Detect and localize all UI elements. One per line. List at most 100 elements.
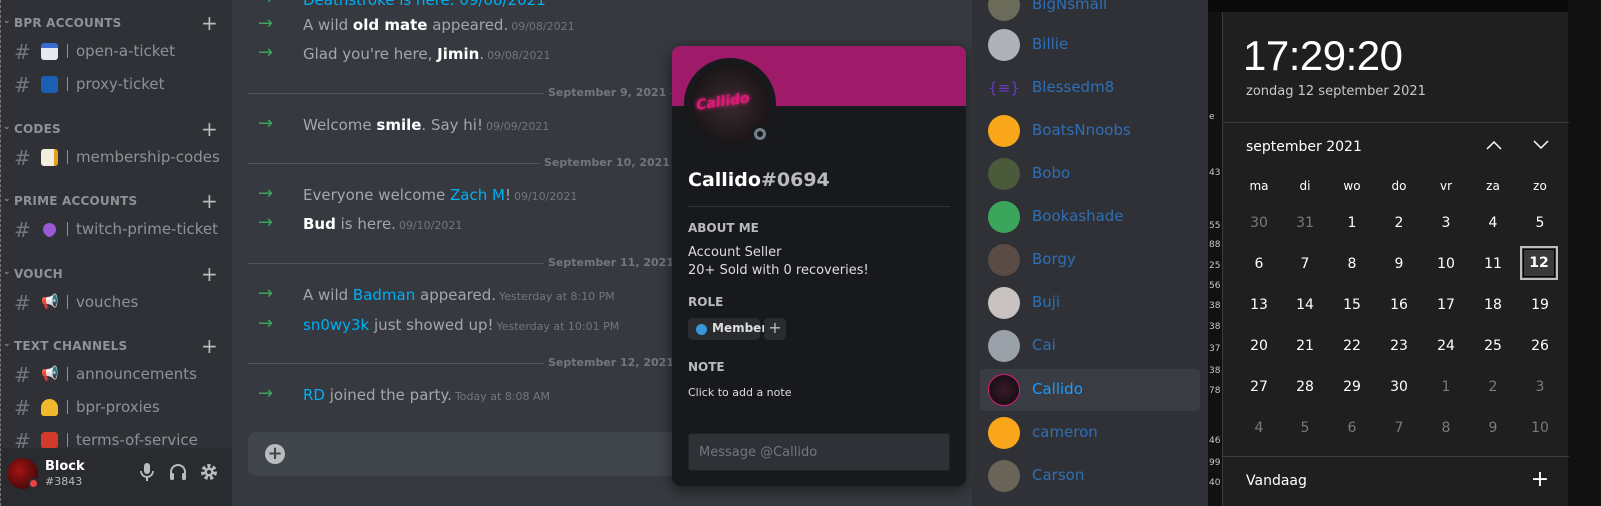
- channel-membership-codes[interactable]: # membership-codes: [1, 144, 232, 172]
- message-text: A wild Badman appeared. Yesterday at 8:10…: [303, 286, 615, 304]
- username-link[interactable]: sn0wy3k: [303, 316, 369, 334]
- category-vouch[interactable]: ⌄ VOUCH +: [1, 262, 232, 286]
- member-item[interactable]: Borgy: [980, 239, 1200, 281]
- calendar-day[interactable]: 26: [1520, 328, 1560, 364]
- create-channel-icon[interactable]: +: [201, 262, 218, 286]
- direct-message-input[interactable]: [688, 433, 950, 471]
- calendar-day[interactable]: 9: [1379, 246, 1419, 282]
- calendar-day[interactable]: 9: [1473, 410, 1513, 446]
- calendar-day[interactable]: 3: [1520, 369, 1560, 405]
- member-item-selected[interactable]: Callido: [980, 369, 1200, 411]
- note-placeholder[interactable]: Click to add a note: [688, 386, 791, 399]
- calendar-day[interactable]: 1: [1426, 369, 1466, 405]
- role-pill[interactable]: Member: [688, 318, 767, 340]
- calendar-day[interactable]: 14: [1285, 287, 1325, 323]
- member-item[interactable]: Bobo: [980, 153, 1200, 195]
- channel-open-a-ticket[interactable]: # open-a-ticket: [1, 38, 232, 66]
- category-label: VOUCH: [14, 267, 63, 281]
- username[interactable]: old mate: [353, 16, 428, 34]
- calendar-day[interactable]: 17: [1426, 287, 1466, 323]
- calendar-day[interactable]: 6: [1332, 410, 1372, 446]
- create-channel-icon[interactable]: +: [201, 117, 218, 141]
- calendar-day[interactable]: 1: [1332, 205, 1372, 241]
- calendar-day-today[interactable]: 12: [1520, 246, 1558, 280]
- calendar-day[interactable]: 19: [1520, 287, 1560, 323]
- chevron-down-icon[interactable]: [1530, 134, 1552, 156]
- calendar-day[interactable]: 27: [1239, 369, 1279, 405]
- calendar-day[interactable]: 4: [1239, 410, 1279, 446]
- calendar-day[interactable]: 11: [1473, 246, 1513, 282]
- channel-proxy-ticket[interactable]: # proxy-ticket: [1, 71, 232, 99]
- calendar-day[interactable]: 3: [1426, 205, 1466, 241]
- category-text-channels[interactable]: ⌄ TEXT CHANNELS +: [1, 334, 232, 358]
- create-channel-icon[interactable]: +: [201, 189, 218, 213]
- calendar-day[interactable]: 8: [1332, 246, 1372, 282]
- username-link[interactable]: Zach M: [450, 186, 505, 204]
- calendar-day[interactable]: 30: [1239, 205, 1279, 241]
- calendar-day[interactable]: 16: [1379, 287, 1419, 323]
- calendar-day[interactable]: 10: [1426, 246, 1466, 282]
- category-prime-accounts[interactable]: ⌄ PRIME ACCOUNTS +: [1, 189, 232, 213]
- calendar-day[interactable]: 7: [1285, 246, 1325, 282]
- gear-icon[interactable]: [198, 463, 220, 485]
- calendar-day[interactable]: 7: [1379, 410, 1419, 446]
- channel-vouches[interactable]: # 📢 vouches: [1, 289, 232, 317]
- calendar-day[interactable]: 5: [1285, 410, 1325, 446]
- calendar-day[interactable]: 2: [1379, 205, 1419, 241]
- calendar-day[interactable]: 18: [1473, 287, 1513, 323]
- username[interactable]: smile: [376, 116, 421, 134]
- calendar-day[interactable]: 8: [1426, 410, 1466, 446]
- calendar-day[interactable]: 20: [1239, 328, 1279, 364]
- category-bpr-accounts[interactable]: ⌄ BPR ACCOUNTS +: [1, 11, 232, 35]
- channel-announcements[interactable]: # 📢 announcements: [1, 361, 232, 389]
- calendar-day[interactable]: 23: [1379, 328, 1419, 364]
- create-channel-icon[interactable]: +: [201, 11, 218, 35]
- month-header[interactable]: september 2021: [1246, 139, 1362, 155]
- category-codes[interactable]: ⌄ CODES +: [1, 117, 232, 141]
- headphones-icon[interactable]: [167, 463, 189, 485]
- message-text: Glad you're here, Jimin. 09/08/2021: [303, 45, 551, 63]
- channel-twitch-prime-ticket[interactable]: # twitch-prime-ticket: [1, 216, 232, 244]
- member-item[interactable]: Bookashade: [980, 196, 1200, 238]
- about-me-line: 20+ Sold with 0 recoveries!: [688, 263, 869, 278]
- member-item[interactable]: BoatsNnoobs: [980, 110, 1200, 152]
- member-item[interactable]: Carson: [980, 455, 1200, 497]
- calendar-day[interactable]: 4: [1473, 205, 1513, 241]
- calendar-day[interactable]: 5: [1520, 205, 1560, 241]
- add-event-button[interactable]: +: [1529, 467, 1551, 492]
- date-divider-label: September 11, 2021: [544, 256, 678, 269]
- chevron-up-icon[interactable]: [1483, 134, 1505, 156]
- calendar-day[interactable]: 25: [1473, 328, 1513, 364]
- calendar-day[interactable]: 21: [1285, 328, 1325, 364]
- member-item[interactable]: BigNsmall: [980, 0, 1200, 26]
- calendar-day[interactable]: 2: [1473, 369, 1513, 405]
- microphone-icon[interactable]: [136, 463, 158, 485]
- username-link[interactable]: Badman: [353, 286, 415, 304]
- calendar-day[interactable]: 13: [1239, 287, 1279, 323]
- member-item[interactable]: Buji: [980, 282, 1200, 324]
- member-item[interactable]: Billie: [980, 24, 1200, 66]
- channel-bpr-proxies[interactable]: # bpr-proxies: [1, 394, 232, 422]
- member-item[interactable]: {≡} Blessedm8: [980, 67, 1200, 109]
- calendar-day[interactable]: 22: [1332, 328, 1372, 364]
- member-item[interactable]: cameron: [980, 412, 1200, 454]
- calendar-day[interactable]: 10: [1520, 410, 1560, 446]
- add-role-button[interactable]: +: [764, 318, 786, 340]
- member-name: Blessedm8: [1032, 78, 1115, 96]
- clock-date[interactable]: zondag 12 september 2021: [1246, 84, 1426, 99]
- username[interactable]: Jimin: [437, 45, 479, 63]
- calendar-day[interactable]: 29: [1332, 369, 1372, 405]
- username-link[interactable]: RD: [303, 386, 325, 404]
- create-channel-icon[interactable]: +: [201, 334, 218, 358]
- member-item[interactable]: Cai: [980, 325, 1200, 367]
- calendar-day[interactable]: 31: [1285, 205, 1325, 241]
- calendar-day[interactable]: 6: [1239, 246, 1279, 282]
- calendar-day[interactable]: 28: [1285, 369, 1325, 405]
- text-channel-icon: #: [14, 218, 31, 242]
- calendar-day[interactable]: 30: [1379, 369, 1419, 405]
- avatar: [988, 29, 1020, 61]
- calendar-day[interactable]: 15: [1332, 287, 1372, 323]
- calendar-day[interactable]: 24: [1426, 328, 1466, 364]
- add-attachment-button[interactable]: +: [265, 444, 285, 464]
- username[interactable]: Bud: [303, 215, 336, 233]
